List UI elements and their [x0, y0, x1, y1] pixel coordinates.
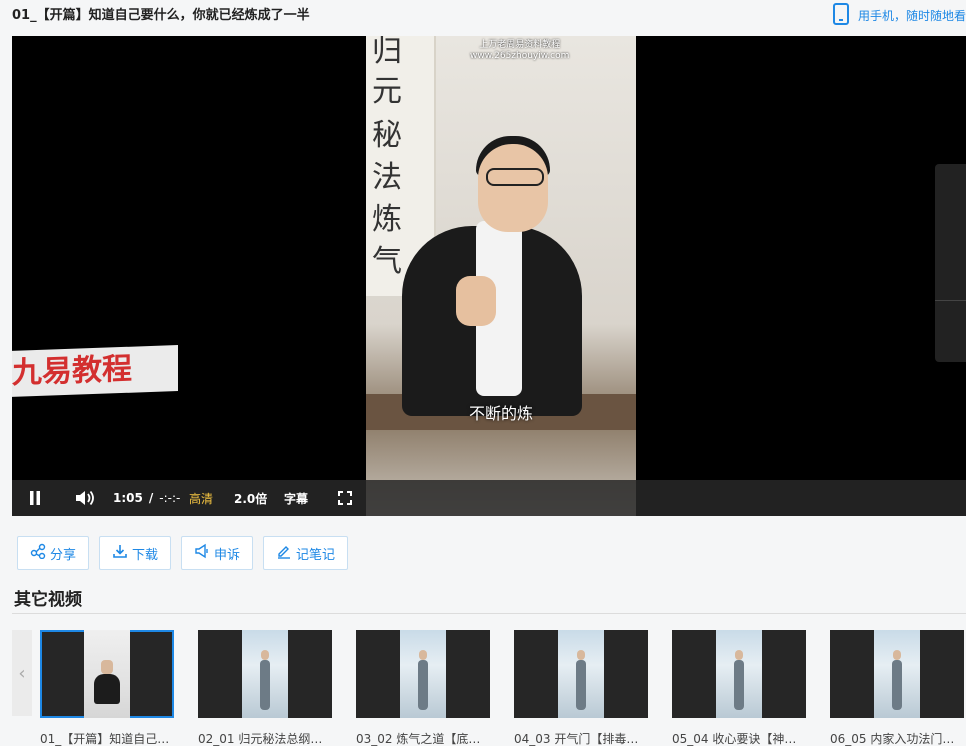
- captions-button[interactable]: 字幕: [284, 480, 308, 516]
- calligraphy-char: 法: [372, 160, 402, 195]
- calligraphy-char: 秘: [372, 118, 402, 153]
- report-button[interactable]: 申诉: [181, 536, 254, 570]
- carousel-prev-button[interactable]: ‹: [12, 630, 32, 716]
- megaphone-icon: [194, 543, 210, 563]
- video-card-title[interactable]: 05_04 收心要诀【神志…: [672, 730, 806, 746]
- calligraphy-char: 元: [372, 74, 402, 109]
- share-icon: [30, 543, 46, 563]
- watermark-line: www.265zhouyiw.com: [470, 51, 570, 61]
- pause-icon: [28, 490, 42, 506]
- video-player[interactable]: 归 元 秘 法 炼 气 上万老周易资料教程 www.265zhouyiw.com…: [12, 36, 966, 516]
- video-card-title[interactable]: 02_01 归元秘法总纲【…: [198, 730, 332, 746]
- take-notes-button[interactable]: 记笔记: [263, 536, 349, 570]
- video-card[interactable]: 06_05 内家入功法门【…: [830, 630, 964, 746]
- presenter-glasses: [486, 168, 544, 186]
- take-notes-label: 记笔记: [296, 547, 336, 563]
- share-button[interactable]: 分享: [17, 536, 90, 570]
- video-frame[interactable]: 归 元 秘 法 炼 气 上万老周易资料教程 www.265zhouyiw.com…: [366, 36, 636, 516]
- calligraphy-char: 气: [372, 244, 402, 279]
- edit-icon: [276, 543, 292, 563]
- player-controls: 1:05 / -:-:- 高清 2.0倍 字幕: [12, 480, 966, 516]
- video-card-title[interactable]: 04_03 开气门【排毒祛…: [514, 730, 648, 746]
- time-current: 1:05: [113, 491, 143, 505]
- time-display: 1:05 / -:-:-: [113, 480, 180, 516]
- download-button[interactable]: 下载: [99, 536, 172, 570]
- video-card-title[interactable]: 01_【开篇】知道自己要什么，你就已经炼成了一半: [40, 730, 174, 746]
- fullscreen-button[interactable]: [338, 480, 352, 516]
- video-carousel: 01_【开篇】知道自己要什么，你就已经炼成了一半 02_01 归元秘法总纲【… …: [40, 630, 966, 746]
- download-icon: [112, 543, 128, 563]
- video-thumbnail[interactable]: [672, 630, 806, 718]
- presenter-head: [478, 144, 548, 232]
- side-panel[interactable]: [935, 164, 966, 362]
- volume-button[interactable]: [74, 480, 94, 516]
- chevron-left-icon: ‹: [18, 662, 26, 684]
- watermark-line: 上万老周易资料教程: [479, 40, 561, 50]
- divider: [12, 613, 966, 614]
- pause-button[interactable]: [28, 480, 42, 516]
- calligraphy-char: 炼: [372, 202, 402, 237]
- video-card-title[interactable]: 03_02 炼气之道【底层…: [356, 730, 490, 746]
- quality-button[interactable]: 高清: [189, 480, 213, 516]
- other-videos-heading: 其它视频: [14, 590, 82, 610]
- presenter-fist: [456, 276, 496, 326]
- page-title: 01_【开篇】知道自己要什么，你就已经炼成了一半: [12, 8, 310, 23]
- report-label: 申诉: [214, 547, 241, 563]
- calligraphy-char: 归: [372, 36, 402, 69]
- video-thumbnail[interactable]: [356, 630, 490, 718]
- site-watermark: 上万老周易资料教程 www.265zhouyiw.com: [470, 40, 569, 62]
- video-card[interactable]: 01_【开篇】知道自己要什么，你就已经炼成了一半: [40, 630, 174, 746]
- header: 01_【开篇】知道自己要什么，你就已经炼成了一半 用手机，随时随地看: [0, 0, 966, 30]
- time-total: -:-:-: [159, 491, 181, 505]
- video-thumbnail[interactable]: [514, 630, 648, 718]
- video-subtitle: 不断的炼: [468, 404, 533, 423]
- speed-button[interactable]: 2.0倍: [234, 480, 267, 516]
- mobile-watch-link[interactable]: 用手机，随时随地看: [832, 3, 966, 28]
- video-card-title[interactable]: 06_05 内家入功法门【…: [830, 730, 964, 746]
- video-card[interactable]: 05_04 收心要诀【神志…: [672, 630, 806, 746]
- brand-watermark: 九易教程: [12, 345, 178, 397]
- volume-icon: [74, 489, 94, 507]
- video-thumbnail[interactable]: [40, 630, 174, 718]
- video-thumbnail[interactable]: [830, 630, 964, 718]
- mobile-watch-label: 用手机，随时随地看: [858, 9, 966, 23]
- phone-icon: [832, 3, 850, 28]
- video-card[interactable]: 02_01 归元秘法总纲【…: [198, 630, 332, 746]
- video-card[interactable]: 04_03 开气门【排毒祛…: [514, 630, 648, 746]
- video-card[interactable]: 03_02 炼气之道【底层…: [356, 630, 490, 746]
- video-thumbnail[interactable]: [198, 630, 332, 718]
- download-label: 下载: [132, 547, 159, 563]
- fullscreen-icon: [338, 491, 352, 505]
- time-separator: /: [148, 491, 154, 505]
- share-label: 分享: [50, 547, 77, 563]
- action-bar: 分享 下载 申诉 记笔记: [17, 536, 349, 570]
